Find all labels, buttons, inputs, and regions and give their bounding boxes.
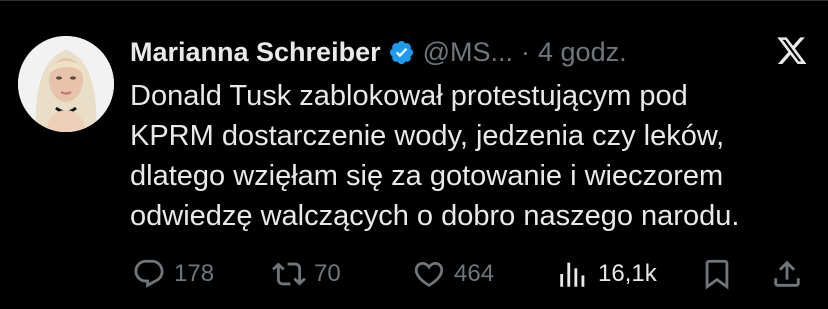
tweet[interactable]: Marianna Schreiber @MS... · 4 godz. Dona… [0,0,828,309]
tweet-time[interactable]: 4 godz. [538,37,627,68]
like-button[interactable]: 464 [412,252,494,296]
action-bar: 178 70 464 16,1k [0,252,828,296]
tweet-header: Marianna Schreiber @MS... · 4 godz. [130,30,627,74]
reply-count: 178 [174,260,215,287]
views-button[interactable]: 16,1k [556,252,657,296]
tweet-text-line: KPRM dostarczenie wody, jedzenia czy lek… [130,120,725,152]
share-button[interactable] [770,252,804,296]
like-count: 464 [454,260,495,287]
repost-count: 70 [314,260,341,287]
views-count: 16,1k [598,260,657,287]
author-handle[interactable]: @MS... [423,37,513,68]
verified-badge-icon[interactable] [388,39,415,66]
views-icon [560,262,585,287]
repost-button[interactable]: 70 [272,252,341,296]
separator-dot: · [521,36,531,67]
bookmark-icon [705,259,729,290]
heart-icon [414,261,444,287]
avatar[interactable] [18,36,114,132]
x-logo-icon [776,36,808,66]
tweet-text-line: Donald Tusk zablokował protestującym pod [130,80,688,112]
repost-icon [272,262,306,286]
tweet-text-line: odwiedzę walczących o dobro naszego naro… [130,200,740,232]
author-name[interactable]: Marianna Schreiber [130,37,381,68]
share-icon [774,260,800,287]
reply-button[interactable]: 178 [132,252,214,296]
reply-icon [134,259,164,288]
tweet-text-line: dlatego wzięłam się za gotowanie i wiecz… [130,160,724,192]
bookmark-button[interactable] [700,252,734,296]
tweet-text: Donald Tusk zablokował protestującym pod… [130,76,810,236]
